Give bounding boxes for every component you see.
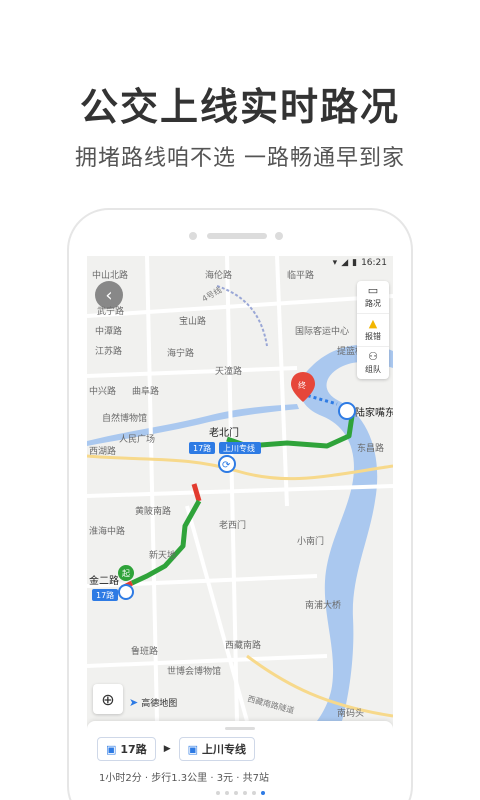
back-button[interactable]: ‹ xyxy=(95,281,123,309)
label-huaihai: 淮海中路 xyxy=(89,525,125,537)
promo-headline: 公交上线实时路况 xyxy=(79,85,400,129)
brand-name: 高德地图 xyxy=(141,699,178,709)
map-canvas: 中山北路 海伦路 临平路 武宁路 宝山路 中潭路 海宁路 国际客运中心 提篮桥 … xyxy=(87,256,393,721)
label-shibo: 世博会博物馆 xyxy=(167,665,221,677)
label-haining: 海宁路 xyxy=(167,347,194,359)
route-chip-1-label: 17路 xyxy=(120,743,147,756)
label-zhongshan-n: 中山北路 xyxy=(92,269,128,281)
label-linping: 临平路 xyxy=(287,269,314,281)
label-huangpi: 黄陂南路 xyxy=(135,505,171,517)
page-dot xyxy=(215,791,220,795)
label-baoshan: 宝山路 xyxy=(179,315,206,327)
label-xintiandi: 新天地 xyxy=(149,549,176,561)
label-guoji: 国际客运中心 xyxy=(295,325,349,337)
route-summary: 1小时2分 · 步行1.3公里 · 3元 · 共7站 xyxy=(99,773,269,784)
label-laoximen: 老西门 xyxy=(219,519,246,531)
route-segments: ▣ 17路 ▶ ▣ 上川专线 xyxy=(97,737,256,761)
label-dongchang: 东昌路 xyxy=(357,442,384,454)
wifi-icon: ▾ xyxy=(332,258,338,268)
end-marker: 终 xyxy=(298,380,306,390)
group-icon: ⚇ xyxy=(368,350,378,363)
label-xihu: 西湖路 xyxy=(89,445,116,457)
label-jiner: 金二路 xyxy=(89,574,119,587)
label-tiantong: 天潼路 xyxy=(215,365,242,377)
page-dot xyxy=(242,791,247,795)
phone-screen: ▾ ◢ ▮ 16:21 中山北路 海伦路 临平路 武宁路 宝山路 中潭路 海宁路… xyxy=(87,256,393,800)
label-nanmatou: 南码头 xyxy=(337,707,364,719)
camera-dot-right xyxy=(275,232,283,240)
promo-subline: 拥堵路线咱不选 一路畅通早到家 xyxy=(75,146,405,171)
phone-top-bezel xyxy=(69,210,411,258)
brand-logo: ➤ 高德地图 xyxy=(129,696,177,709)
label-zhongxing: 中兴路 xyxy=(89,385,116,397)
map-side-panel: ▭ 路况 ▲ 报错 ⚇ 组队 xyxy=(357,281,389,379)
chevron-left-icon: ‹ xyxy=(105,284,113,306)
label-lujiazui: 陆家嘴东 xyxy=(355,406,393,419)
route-chip-2-label: 上川专线 xyxy=(202,743,247,756)
arrow-right-icon: ▶ xyxy=(163,744,171,754)
bus-icon: ▣ xyxy=(187,742,199,756)
signal-icon: ◢ xyxy=(341,258,349,268)
start-marker: 起 xyxy=(122,569,130,578)
label-xizang: 西藏南路 xyxy=(225,639,261,651)
label-hailun: 海伦路 xyxy=(205,269,232,281)
label-zhongtan: 中潭路 xyxy=(95,325,122,337)
traffic-button[interactable]: ▭ 路况 xyxy=(357,281,389,314)
page-dot xyxy=(224,791,229,795)
report-label: 报错 xyxy=(365,332,381,341)
warning-icon: ▲ xyxy=(368,317,378,330)
transfer-arrow-icon: ⟳ xyxy=(222,460,231,471)
label-ziran: 自然博物馆 xyxy=(102,412,147,424)
page-dot-active xyxy=(260,791,265,795)
route-chip-1[interactable]: ▣ 17路 xyxy=(97,737,156,761)
group-label: 组队 xyxy=(365,365,381,374)
tag-line-b: 上川专线 xyxy=(223,443,255,453)
page-dot xyxy=(233,791,238,795)
status-time: 16:21 xyxy=(361,258,387,268)
page-dot xyxy=(251,791,256,795)
route-chip-2[interactable]: ▣ 上川专线 xyxy=(178,737,256,761)
tag-line-a: 17路 xyxy=(193,443,211,453)
map-view[interactable]: 中山北路 海伦路 临平路 武宁路 宝山路 中潭路 海宁路 国际客运中心 提篮桥 … xyxy=(87,256,393,721)
status-bar: ▾ ◢ ▮ 16:21 xyxy=(87,256,393,270)
report-button[interactable]: ▲ 报错 xyxy=(357,314,389,347)
brand-arrow-icon: ➤ xyxy=(129,696,139,709)
group-button[interactable]: ⚇ 组队 xyxy=(357,347,389,379)
speaker-grille xyxy=(207,233,267,239)
label-qufu: 曲阜路 xyxy=(132,385,159,397)
crosshair-icon: ⊕ xyxy=(101,689,115,709)
bus-icon: ▣ xyxy=(106,742,117,756)
camera-dot-left xyxy=(189,232,197,240)
page-dots xyxy=(87,791,393,795)
drag-handle[interactable] xyxy=(225,727,255,730)
tag-start-line: 17路 xyxy=(96,590,114,600)
route-card[interactable]: ▣ 17路 ▶ ▣ 上川专线 1小时2分 · 步行1.3公里 · 3元 · 共7… xyxy=(87,721,393,800)
label-renmin: 人民广场 xyxy=(119,433,155,445)
battery-icon: ▮ xyxy=(352,258,358,268)
label-laobeimen: 老北门 xyxy=(209,426,239,439)
start-bus-icon xyxy=(118,584,134,600)
traffic-icon: ▭ xyxy=(367,284,379,297)
end-walk-icon xyxy=(338,402,356,420)
locate-button[interactable]: ⊕ xyxy=(93,684,123,714)
traffic-label: 路况 xyxy=(365,299,381,308)
label-luban: 鲁班路 xyxy=(131,645,158,657)
label-jiangsu: 江苏路 xyxy=(95,345,122,357)
label-nanpu: 南浦大桥 xyxy=(305,599,341,611)
label-xiaonanmen: 小南门 xyxy=(297,535,324,547)
